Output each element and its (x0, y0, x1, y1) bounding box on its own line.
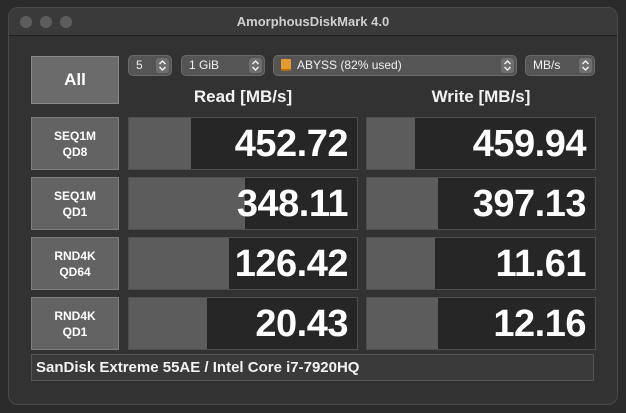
write-column-header: Write [MB/s] (431, 87, 531, 106)
test-label-line1: RND4K (54, 308, 96, 323)
read-value: 348.11 (236, 183, 349, 225)
read-result-seq1m-qd1: 348.11 (128, 177, 358, 230)
write-value: 11.61 (495, 243, 587, 285)
test-size-select[interactable]: 1 GiB (181, 55, 265, 76)
unit-value: MB/s (533, 58, 561, 72)
read-value: 20.43 (255, 303, 348, 345)
test-button-rnd4k-qd64[interactable]: RND4K QD64 (31, 237, 119, 290)
test-button-rnd4k-qd1[interactable]: RND4K QD1 (31, 297, 119, 350)
title-bar: AmorphousDiskMark 4.0 (9, 8, 617, 36)
write-result-seq1m-qd8: 459.94 (366, 117, 596, 170)
test-label-line2: QD8 (62, 144, 88, 159)
read-level-bar (129, 298, 207, 349)
write-level-bar (367, 118, 415, 169)
write-value: 397.13 (472, 183, 587, 225)
write-value: 12.16 (493, 303, 586, 345)
chevron-updown-icon (156, 58, 169, 73)
read-level-bar (129, 118, 191, 169)
window-title: AmorphousDiskMark 4.0 (236, 14, 390, 29)
comment-field[interactable]: SanDisk Extreme 55AE / Intel Core i7-792… (31, 354, 594, 381)
read-result-rnd4k-qd64: 126.42 (128, 237, 358, 290)
read-level-bar (129, 178, 246, 229)
drive-icon (281, 59, 291, 71)
test-label-line1: RND4K (54, 248, 96, 263)
unit-select[interactable]: MB/s (525, 55, 595, 76)
write-level-bar (367, 238, 436, 289)
write-level-bar (367, 298, 438, 349)
test-label-line1: SEQ1M (53, 128, 96, 143)
test-label-line2: QD1 (62, 204, 88, 219)
chevron-updown-icon (249, 58, 262, 73)
test-size-value: 1 GiB (189, 58, 220, 72)
chevron-updown-icon (501, 58, 514, 73)
test-button-seq1m-qd8[interactable]: SEQ1M QD8 (31, 117, 119, 170)
write-value: 459.94 (472, 123, 587, 165)
read-result-seq1m-qd8: 452.72 (128, 117, 358, 170)
write-result-rnd4k-qd1: 12.16 (366, 297, 596, 350)
write-level-bar (367, 178, 438, 229)
drive-value: ABYSS (82% used) (297, 58, 402, 72)
test-label-line2: QD64 (59, 264, 91, 279)
test-label-line2: QD1 (62, 324, 88, 339)
read-level-bar (129, 238, 230, 289)
app-window: AmorphousDiskMark 4.0 All 5 1 GiB ABYSS … (8, 7, 618, 405)
drive-select[interactable]: ABYSS (82% used) (273, 55, 517, 76)
write-result-seq1m-qd1: 397.13 (366, 177, 596, 230)
read-value: 452.72 (234, 123, 349, 165)
test-label-line1: SEQ1M (53, 188, 96, 203)
read-value: 126.42 (234, 243, 349, 285)
read-column-header: Read [MB/s] (193, 87, 293, 106)
test-count-select[interactable]: 5 (128, 55, 172, 76)
test-count-value: 5 (136, 58, 143, 72)
all-button[interactable]: All (31, 56, 119, 104)
test-button-seq1m-qd1[interactable]: SEQ1M QD1 (31, 177, 119, 230)
write-result-rnd4k-qd64: 11.61 (366, 237, 596, 290)
read-result-rnd4k-qd1: 20.43 (128, 297, 358, 350)
chevron-updown-icon (579, 58, 592, 73)
